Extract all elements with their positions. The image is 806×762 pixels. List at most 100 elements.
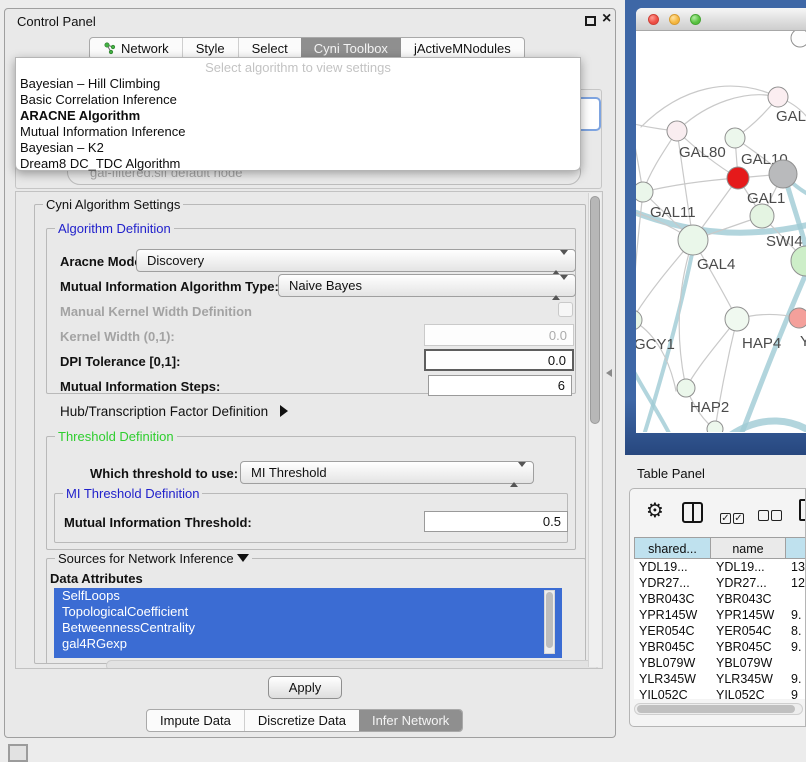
- network-node[interactable]: [636, 310, 642, 330]
- list-item[interactable]: SelfLoops: [54, 588, 562, 604]
- zoom-traffic-light-icon[interactable]: [690, 14, 701, 25]
- mi-threshold-label: Mutual Information Threshold:: [64, 515, 252, 530]
- network-node[interactable]: [636, 182, 653, 202]
- network-node[interactable]: [725, 128, 745, 148]
- table-row[interactable]: YBR045CYBR045C9.: [634, 639, 806, 655]
- tab-style[interactable]: Style: [182, 38, 238, 59]
- dropdown-item[interactable]: Mutual Information Inference: [16, 124, 580, 140]
- mi-steps-label: Mutual Information Steps:: [60, 379, 220, 394]
- table-row[interactable]: YBR043CYBR043C: [634, 591, 806, 607]
- column-header[interactable]: name: [711, 537, 786, 559]
- combo-arrows-icon: [552, 280, 568, 295]
- maximize-icon[interactable]: [585, 16, 596, 26]
- control-panel-title: Control Panel: [17, 14, 96, 29]
- select-all-columns-icon[interactable]: ✓✓: [720, 508, 746, 526]
- apply-button[interactable]: Apply: [268, 676, 342, 699]
- network-node[interactable]: [727, 167, 749, 189]
- list-item[interactable]: TopologicalCoefficient: [54, 604, 562, 620]
- new-table-icon[interactable]: [799, 499, 806, 521]
- dropdown-item[interactable]: Bayesian – Hill Climbing: [16, 76, 580, 92]
- panel-resize-grip[interactable]: [606, 369, 612, 377]
- table-row[interactable]: YLR345WYLR345W9.: [634, 671, 806, 687]
- mi-steps-input[interactable]: 6: [428, 375, 572, 396]
- network-node[interactable]: [750, 204, 774, 228]
- combo-arrows-icon: [552, 255, 568, 270]
- table-panel: ⚙ ✓✓ shared... name A YDL19...YDL19...13…: [629, 488, 806, 727]
- network-edge[interactable]: [731, 421, 806, 432]
- combo-arrows-icon: [510, 467, 526, 482]
- minimized-window-icon[interactable]: [8, 744, 28, 762]
- tab-jactivemnodules[interactable]: jActiveMNodules: [401, 38, 524, 59]
- minimize-traffic-light-icon[interactable]: [669, 14, 680, 25]
- cyni-settings-pane: Cyni Algorithm Settings Algorithm Defini…: [15, 191, 603, 669]
- mi-type-combo[interactable]: Naive Bayes: [278, 274, 576, 297]
- table-panel-title: Table Panel: [637, 466, 705, 481]
- network-graph[interactable]: GAL7GAL80GAL10GAL1GAL11SWI4GAL4GCY1HAP4Y…: [636, 31, 806, 432]
- list-scrollbar[interactable]: [544, 590, 555, 654]
- network-canvas[interactable]: GAL7GAL80GAL10GAL1GAL11SWI4GAL4GCY1HAP4Y…: [636, 31, 806, 432]
- node-label: Y: [800, 333, 806, 350]
- network-edge[interactable]: [636, 320, 676, 391]
- horizontal-scrollbar[interactable]: [106, 660, 598, 669]
- hub-section-label[interactable]: Hub/Transcription Factor Definition: [60, 404, 288, 419]
- data-attributes-list[interactable]: SelfLoops TopologicalCoefficient Between…: [54, 588, 562, 658]
- manual-kernel-checkbox[interactable]: [558, 302, 573, 317]
- dropdown-item[interactable]: Dream8 DC_TDC Algorithm: [16, 156, 580, 172]
- desktop: Control Panel × Network Style Select: [0, 0, 806, 762]
- table-row[interactable]: YDL19...YDL19...13: [634, 559, 806, 575]
- network-node[interactable]: [707, 421, 723, 432]
- tab-impute-data[interactable]: Impute Data: [147, 710, 244, 731]
- tab-discretize-data[interactable]: Discretize Data: [244, 710, 359, 731]
- kernel-width-input[interactable]: 0.0: [424, 324, 574, 346]
- network-node[interactable]: [791, 246, 806, 276]
- aracne-mode-label: Aracne Mode:: [60, 254, 146, 269]
- dpi-tolerance-input[interactable]: 0.0: [424, 349, 574, 371]
- aracne-mode-combo[interactable]: Discovery: [136, 249, 576, 272]
- network-node[interactable]: [791, 31, 806, 47]
- column-header[interactable]: A: [786, 537, 806, 559]
- data-attributes-label: Data Attributes: [50, 571, 143, 586]
- table-row[interactable]: YIL052CYIL052C9: [634, 687, 806, 699]
- table-row[interactable]: YDR27...YDR27...12: [634, 575, 806, 591]
- cyni-bottom-tabbar: Impute Data Discretize Data Infer Networ…: [146, 709, 463, 732]
- list-item[interactable]: gal4RGexp: [54, 636, 562, 652]
- network-node[interactable]: [769, 160, 797, 188]
- gear-icon[interactable]: ⚙: [646, 498, 664, 522]
- network-edge[interactable]: [636, 361, 670, 432]
- node-label: GAL4: [697, 256, 735, 273]
- network-node[interactable]: [725, 307, 749, 331]
- tab-infer-network[interactable]: Infer Network: [359, 710, 462, 731]
- network-node[interactable]: [789, 308, 806, 328]
- dropdown-item-selected[interactable]: ARACNE Algorithm: [16, 108, 580, 124]
- dropdown-item[interactable]: Bayesian – K2: [16, 140, 580, 156]
- network-node[interactable]: [678, 225, 708, 255]
- network-node[interactable]: [677, 379, 695, 397]
- table-row[interactable]: YER054CYER054C8.: [634, 623, 806, 639]
- columns-icon[interactable]: [682, 502, 703, 523]
- list-item[interactable]: [54, 652, 562, 658]
- tab-cyni-toolbox[interactable]: Cyni Toolbox: [301, 38, 401, 59]
- network-edge[interactable]: [643, 178, 738, 192]
- settings-scrollbar[interactable]: [588, 193, 601, 667]
- column-header[interactable]: shared...: [634, 537, 711, 559]
- network-edge[interactable]: [677, 95, 778, 131]
- table-row[interactable]: YBL079WYBL079W: [634, 655, 806, 671]
- network-node[interactable]: [667, 121, 687, 141]
- network-node[interactable]: [768, 87, 788, 107]
- close-traffic-light-icon[interactable]: [648, 14, 659, 25]
- mi-threshold-input[interactable]: 0.5: [424, 511, 568, 532]
- expand-right-icon[interactable]: [280, 405, 288, 417]
- deselect-all-columns-icon[interactable]: [758, 508, 784, 526]
- which-threshold-combo[interactable]: MI Threshold: [240, 461, 534, 484]
- kernel-width-label: Kernel Width (0,1):: [60, 329, 175, 344]
- network-window-titlebar[interactable]: [636, 8, 806, 31]
- table-row[interactable]: YPR145WYPR145W9.: [634, 607, 806, 623]
- collapse-down-icon[interactable]: [237, 554, 249, 562]
- tab-network[interactable]: Network: [90, 38, 182, 59]
- table-horizontal-scrollbar[interactable]: [634, 703, 803, 715]
- list-item[interactable]: BetweennessCentrality: [54, 620, 562, 636]
- network-edge[interactable]: [641, 86, 778, 127]
- dropdown-item[interactable]: Basic Correlation Inference: [16, 92, 580, 108]
- tab-select[interactable]: Select: [238, 38, 301, 59]
- close-icon[interactable]: ×: [602, 10, 611, 28]
